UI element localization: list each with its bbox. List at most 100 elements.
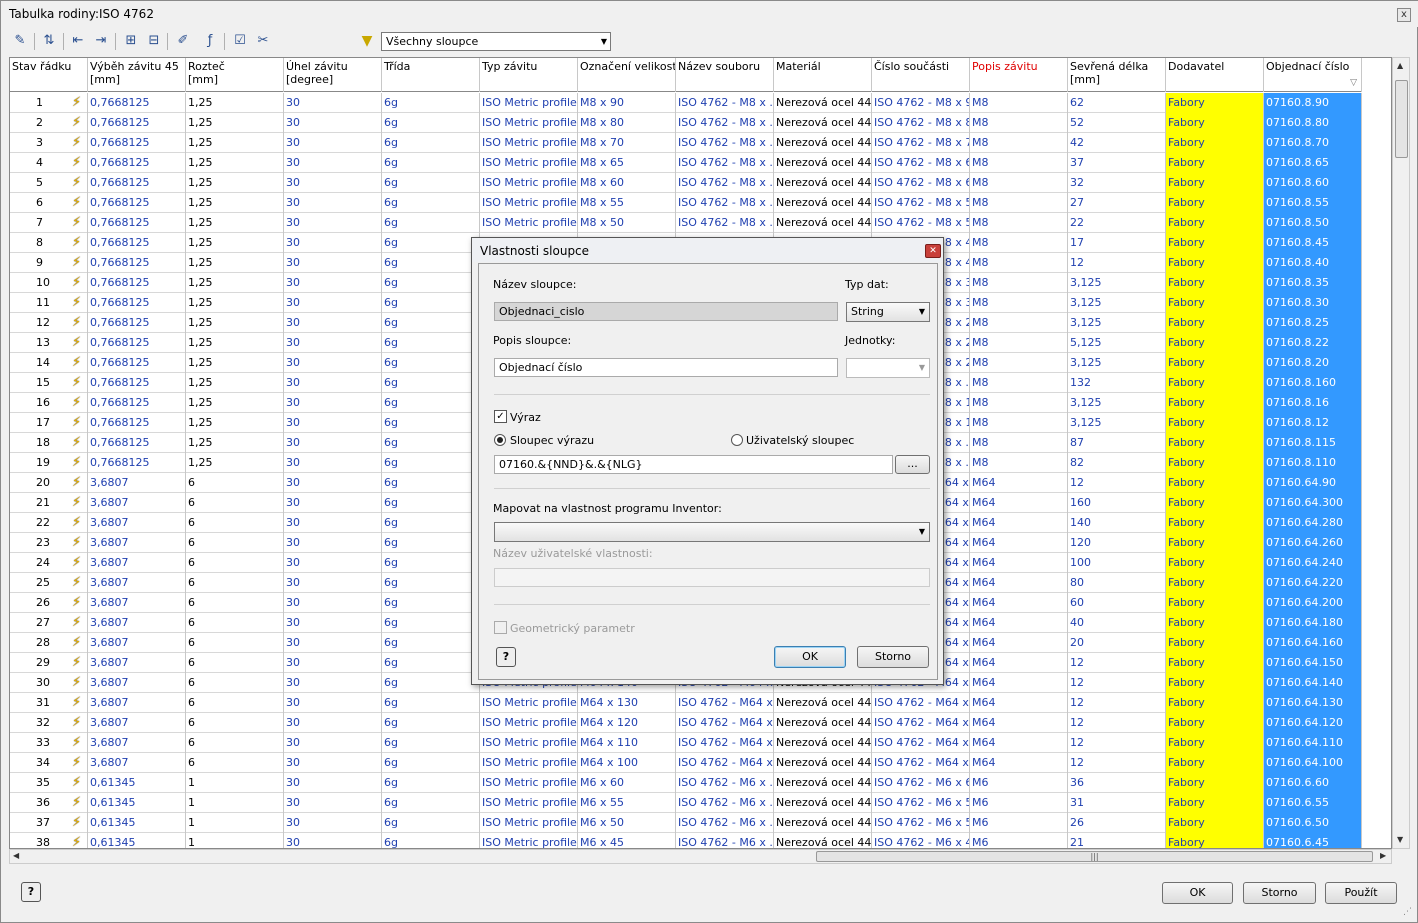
table-cell[interactable]: 07160.8.160 (1264, 373, 1362, 393)
table-cell[interactable]: 0,7668125 (88, 413, 186, 433)
column-header[interactable]: Sevřená délka [mm] (1068, 58, 1166, 92)
table-cell[interactable]: 07160.8.80 (1264, 113, 1362, 133)
units-select[interactable]: ▼ (846, 358, 930, 378)
table-cell[interactable]: 07160.64.90 (1264, 473, 1362, 493)
table-cell[interactable]: M8 (970, 133, 1068, 153)
table-cell[interactable]: 0,7668125 (88, 293, 186, 313)
tools-icon[interactable]: ✂ (253, 31, 273, 51)
table-cell[interactable]: Fabory (1166, 713, 1264, 733)
table-cell[interactable]: M64 (970, 533, 1068, 553)
table-cell[interactable]: 07160.8.40 (1264, 253, 1362, 273)
table-cell[interactable]: 11 ⚡ (10, 293, 88, 313)
table-cell[interactable]: 20 ⚡ (10, 473, 88, 493)
table-cell[interactable]: 87 (1068, 433, 1166, 453)
table-cell[interactable]: M64 (970, 553, 1068, 573)
table-cell[interactable]: 0,7668125 (88, 213, 186, 233)
column-header[interactable]: Výběh závitu 45 [mm] (88, 58, 186, 92)
table-cell[interactable]: ISO 4762 - M8 x 70 (872, 133, 970, 153)
table-cell[interactable]: 30 (284, 353, 382, 373)
table-cell[interactable]: 6 (186, 653, 284, 673)
table-cell[interactable]: 6g (382, 133, 480, 153)
table-cell[interactable]: 30 (284, 173, 382, 193)
table-cell[interactable]: 40 (1068, 613, 1166, 633)
table-cell[interactable]: 6 (186, 573, 284, 593)
table-cell[interactable]: ISO Metric profile (480, 213, 578, 233)
table-cell[interactable]: ISO Metric profile (480, 813, 578, 833)
table-cell[interactable]: ISO 4762 - M8 x ... (676, 193, 774, 213)
table-cell[interactable]: 30 (284, 653, 382, 673)
table-cell[interactable]: 31 ⚡ (10, 693, 88, 713)
table-cell[interactable]: 1,25 (186, 133, 284, 153)
table-cell[interactable]: 6g (382, 93, 480, 113)
table-cell[interactable]: 16 ⚡ (10, 393, 88, 413)
table-cell[interactable]: Fabory (1166, 353, 1264, 373)
table-cell[interactable]: ISO 4762 - M64 x... (676, 713, 774, 733)
table-cell[interactable]: Nerezová ocel 440C (774, 773, 872, 793)
table-cell[interactable]: 0,7668125 (88, 173, 186, 193)
scroll-left-icon[interactable]: ◀ (13, 851, 19, 860)
table-cell[interactable]: Fabory (1166, 133, 1264, 153)
table-cell[interactable]: 30 (284, 413, 382, 433)
table-cell[interactable]: 2 ⚡ (10, 113, 88, 133)
table-cell[interactable]: M6 (970, 773, 1068, 793)
table-cell[interactable]: 140 (1068, 513, 1166, 533)
table-row[interactable]: 34 ⚡ 3,6807 6 30 6g ISO Metric profile M64 x 10… (10, 753, 1362, 773)
table-cell[interactable]: 25 ⚡ (10, 573, 88, 593)
table-cell[interactable]: M8 (970, 93, 1068, 113)
table-cell[interactable]: ISO 4762 - M64 x... (872, 733, 970, 753)
table-cell[interactable]: 160 (1068, 493, 1166, 513)
table-cell[interactable]: ISO 4762 - M6 x ... (676, 813, 774, 833)
table-cell[interactable]: ISO 4762 - M8 x 65 (872, 153, 970, 173)
table-cell[interactable]: 6g (382, 513, 480, 533)
table-cell[interactable]: 13 ⚡ (10, 333, 88, 353)
table-cell[interactable]: 6g (382, 333, 480, 353)
window-close-button[interactable]: x (1397, 8, 1411, 22)
table-row[interactable]: 7 ⚡ 0,7668125 1,25 30 6g ISO Metric profile M8 … (10, 213, 1362, 233)
table-cell[interactable]: M8 (970, 293, 1068, 313)
table-cell[interactable]: M64 (970, 513, 1068, 533)
table-cell[interactable]: 3,6807 (88, 513, 186, 533)
table-cell[interactable]: 30 (284, 573, 382, 593)
table-cell[interactable]: 20 (1068, 633, 1166, 653)
table-cell[interactable]: ISO 4762 - M8 x 80 (872, 113, 970, 133)
table-cell[interactable]: Fabory (1166, 173, 1264, 193)
table-cell[interactable]: 6g (382, 613, 480, 633)
table-cell[interactable]: 6g (382, 293, 480, 313)
table-cell[interactable]: ISO 4762 - M8 x ... (676, 173, 774, 193)
table-cell[interactable]: 30 (284, 713, 382, 733)
table-cell[interactable]: ISO 4762 - M6 x ... (676, 793, 774, 813)
table-cell[interactable]: 0,7668125 (88, 313, 186, 333)
table-cell[interactable]: M8 x 55 (578, 193, 676, 213)
table-cell[interactable]: 30 (284, 833, 382, 848)
table-cell[interactable]: ISO 4762 - M64 x... (676, 733, 774, 753)
table-row[interactable]: 5 ⚡ 0,7668125 1,25 30 6g ISO Metric profile M8 … (10, 173, 1362, 193)
table-cell[interactable]: Fabory (1166, 213, 1264, 233)
table-cell[interactable]: Fabory (1166, 293, 1264, 313)
table-cell[interactable]: 6 (186, 753, 284, 773)
table-cell[interactable]: 6g (382, 653, 480, 673)
table-cell[interactable]: Fabory (1166, 813, 1264, 833)
table-cell[interactable]: 1,25 (186, 433, 284, 453)
table-cell[interactable]: M64 x 120 (578, 713, 676, 733)
table-cell[interactable]: 6g (382, 733, 480, 753)
delete-row-icon[interactable]: ⊟ (144, 31, 164, 51)
table-cell[interactable]: ISO 4762 - M8 x 60 (872, 173, 970, 193)
table-cell[interactable]: Fabory (1166, 653, 1264, 673)
table-cell[interactable]: 1,25 (186, 273, 284, 293)
table-cell[interactable]: 6g (382, 793, 480, 813)
table-cell[interactable]: ISO Metric profile (480, 193, 578, 213)
table-cell[interactable]: 6 (186, 633, 284, 653)
table-cell[interactable]: 3,6807 (88, 693, 186, 713)
table-cell[interactable]: M8 x 70 (578, 133, 676, 153)
table-cell[interactable]: 0,7668125 (88, 453, 186, 473)
table-cell[interactable]: M8 (970, 393, 1068, 413)
table-cell[interactable]: 6g (382, 693, 480, 713)
table-cell[interactable]: Nerezová ocel 440C (774, 213, 872, 233)
table-cell[interactable]: ISO 4762 - M64 x... (872, 753, 970, 773)
table-cell[interactable]: 30 (284, 433, 382, 453)
table-cell[interactable]: 1,25 (186, 393, 284, 413)
table-cell[interactable]: 30 (284, 453, 382, 473)
table-cell[interactable]: 07160.8.55 (1264, 193, 1362, 213)
table-row[interactable]: 1 ⚡ 0,7668125 1,25 30 6g ISO Metric profile M8 … (10, 93, 1362, 113)
table-cell[interactable]: 12 (1068, 653, 1166, 673)
